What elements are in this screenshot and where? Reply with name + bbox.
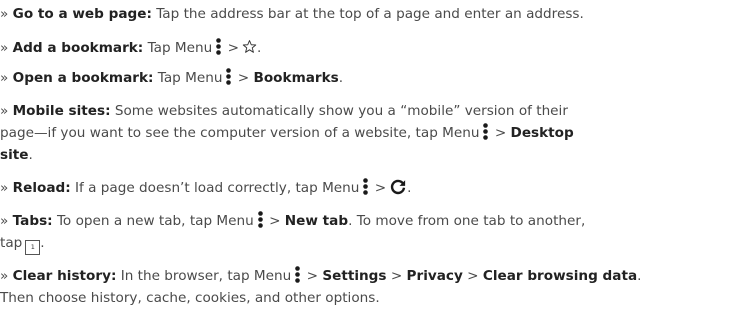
- menu-dots-icon: [363, 178, 369, 195]
- bullet-chevron: »: [0, 213, 9, 229]
- separator: >: [227, 40, 239, 56]
- tip-text: Some websites automatically show you a “…: [114, 103, 568, 119]
- tip-clear-history-line2: Then choose history, cache, cookies, and…: [0, 287, 380, 309]
- reload-icon: [391, 179, 406, 195]
- tip-title: Go to a web page:: [12, 6, 152, 22]
- tip-open-bookmark: » Open a bookmark: Tap Menu > Bookmarks.: [0, 67, 343, 89]
- clear-browsing-data-label: Clear browsing data: [482, 268, 638, 284]
- menu-dots-icon: [483, 123, 489, 140]
- tip-reload: » Reload: If a page doesn’t load correct…: [0, 177, 411, 199]
- tip-text: page—if you want to see the computer ver…: [0, 125, 480, 141]
- star-outline-icon: [242, 40, 257, 53]
- tip-text: tap: [0, 235, 23, 251]
- tip-tabs: » Tabs: To open a new tab, tap Menu > Ne…: [0, 210, 585, 232]
- tip-mobile-sites-line3: site.: [0, 144, 33, 166]
- menu-dots-icon: [295, 266, 301, 283]
- separator: >: [306, 268, 318, 284]
- desktop-label: Desktop: [510, 125, 574, 141]
- bullet-chevron: »: [0, 103, 9, 119]
- tip-title: Open a bookmark:: [12, 70, 154, 86]
- bullet-chevron: »: [0, 40, 9, 56]
- site-label: site: [0, 147, 29, 163]
- bullet-chevron: »: [0, 268, 9, 284]
- tip-add-bookmark: » Add a bookmark: Tap Menu >.: [0, 38, 262, 56]
- settings-label: Settings: [322, 268, 387, 284]
- separator: >: [467, 268, 479, 284]
- menu-dots-icon: [216, 38, 222, 55]
- tip-mobile-sites: » Mobile sites: Some websites automatica…: [0, 100, 568, 122]
- new-tab-label: New tab: [284, 213, 349, 229]
- tip-title: Mobile sites:: [12, 103, 111, 119]
- tip-title: Reload:: [12, 180, 71, 196]
- tip-text: Then choose history, cache, cookies, and…: [0, 290, 380, 306]
- tip-text: Tap Menu: [157, 70, 223, 86]
- tip-mobile-sites-line2: page—if you want to see the computer ver…: [0, 122, 574, 144]
- menu-dots-icon: [257, 211, 263, 228]
- bullet-chevron: »: [0, 6, 9, 22]
- menu-dots-icon: [226, 68, 232, 85]
- tip-go-to-web-page: » Go to a web page: Tap the address bar …: [0, 3, 584, 25]
- tip-title: Tabs:: [12, 213, 53, 229]
- privacy-label: Privacy: [406, 268, 463, 284]
- tip-text: In the browser, tap Menu: [120, 268, 292, 284]
- tip-title: Clear history:: [12, 268, 117, 284]
- period: .: [637, 268, 642, 284]
- bullet-chevron: »: [0, 70, 9, 86]
- tab-count-icon: 1: [25, 240, 41, 255]
- separator: >: [494, 125, 507, 141]
- tip-title: Add a bookmark:: [12, 40, 144, 56]
- tip-clear-history: » Clear history: In the browser, tap Men…: [0, 265, 641, 287]
- bookmarks-label: Bookmarks: [253, 70, 339, 86]
- tip-tabs-line2: tap 1.: [0, 232, 45, 255]
- bullet-chevron: »: [0, 180, 9, 196]
- separator: >: [390, 268, 403, 284]
- separator: >: [374, 180, 387, 196]
- tip-text: . To move from one tab to another,: [348, 213, 586, 229]
- tip-text: Tap Menu: [147, 40, 213, 56]
- separator: >: [237, 70, 250, 86]
- tip-text: Tap the address bar at the top of a page…: [156, 6, 584, 22]
- tip-text: If a page doesn’t load correctly, tap Me…: [75, 180, 360, 196]
- period: .: [338, 70, 344, 86]
- period: .: [28, 147, 33, 163]
- period: .: [407, 180, 412, 196]
- separator: >: [269, 213, 281, 229]
- period: .: [40, 235, 45, 251]
- tip-text: To open a new tab, tap Menu: [56, 213, 254, 229]
